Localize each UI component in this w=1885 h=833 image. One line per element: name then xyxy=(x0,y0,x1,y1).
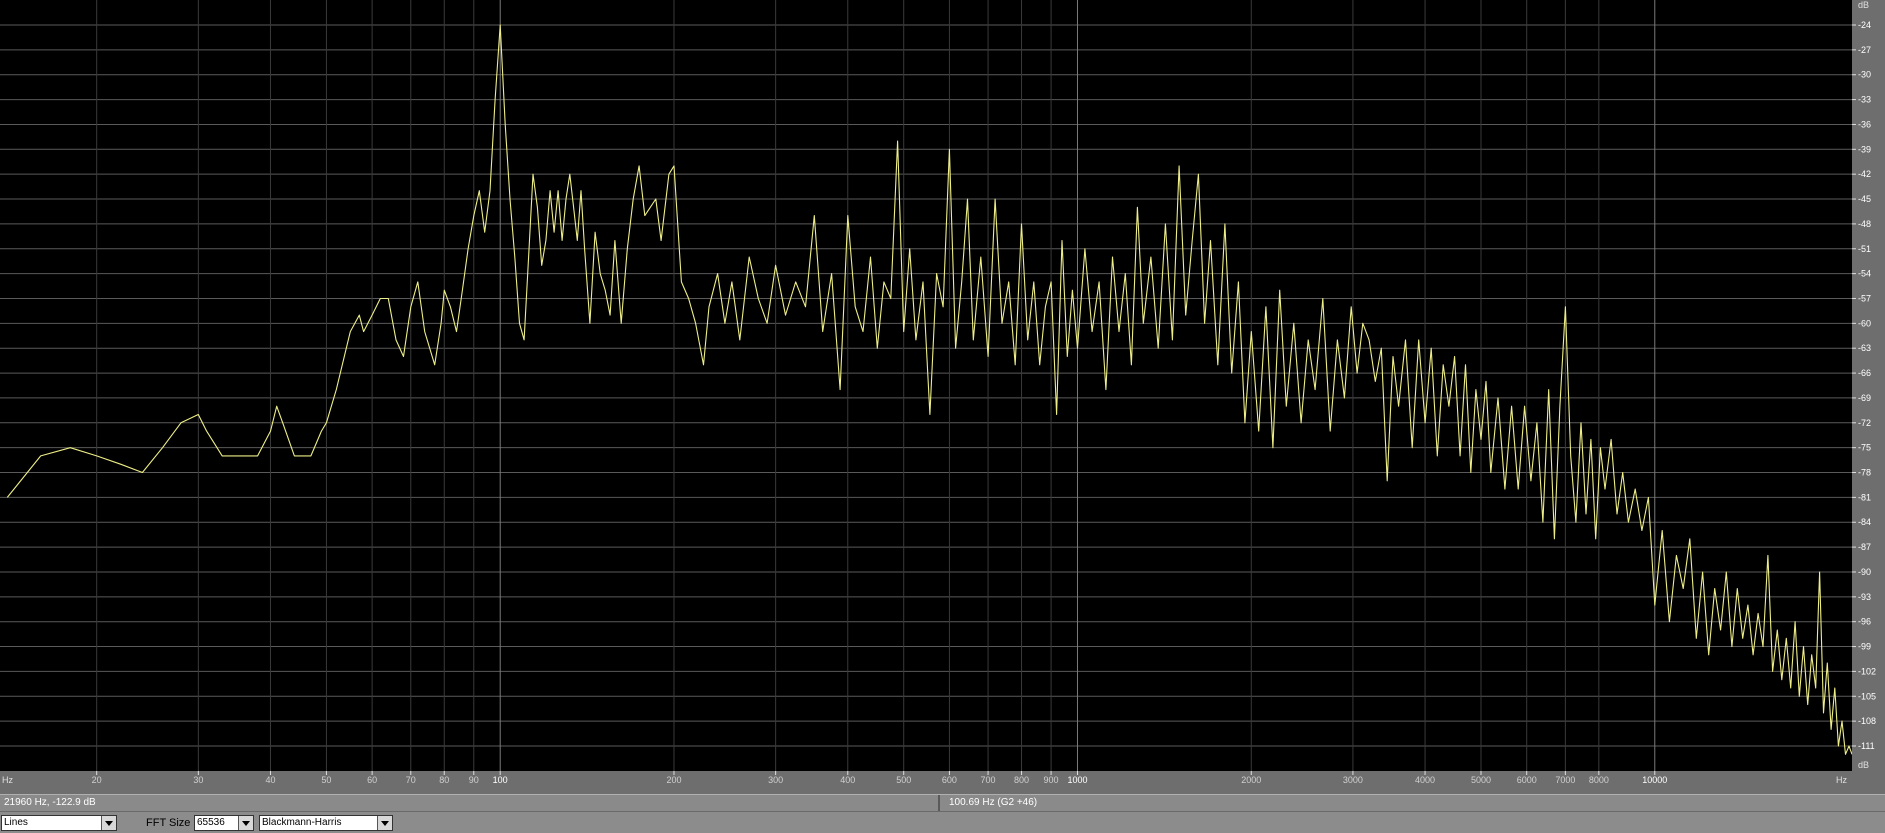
y-tick-label: -24 xyxy=(1858,20,1871,30)
y-tick-label: -72 xyxy=(1858,418,1871,428)
y-tick-label: -96 xyxy=(1858,617,1871,627)
x-tick-label: 100 xyxy=(493,775,508,785)
y-unit-label-top: dB xyxy=(1858,0,1869,10)
status-bar: 21960 Hz, -122.9 dB 100.69 Hz (G2 +46) xyxy=(0,794,1885,811)
y-tick-label: -66 xyxy=(1858,368,1871,378)
y-tick-label: -57 xyxy=(1858,293,1871,303)
y-tick-label: -69 xyxy=(1858,393,1871,403)
y-tick-label: -87 xyxy=(1858,542,1871,552)
y-tick-label: -105 xyxy=(1858,691,1876,701)
chevron-down-icon[interactable] xyxy=(377,816,392,830)
plot-background xyxy=(0,0,1852,771)
x-tick-label: 200 xyxy=(666,775,681,785)
x-tick-label: 7000 xyxy=(1555,775,1575,785)
y-tick-label: -84 xyxy=(1858,517,1871,527)
x-tick-label: 500 xyxy=(896,775,911,785)
cursor-readout: 21960 Hz, -122.9 dB xyxy=(0,795,940,811)
chevron-down-icon[interactable] xyxy=(101,816,116,830)
y-tick-label: -93 xyxy=(1858,592,1871,602)
y-tick-label: -33 xyxy=(1858,95,1871,105)
x-tick-label: 400 xyxy=(840,775,855,785)
display-mode-select[interactable]: Lines xyxy=(1,815,117,831)
peak-readout: 100.69 Hz (G2 +46) xyxy=(949,797,1038,808)
y-tick-label: -81 xyxy=(1858,492,1871,502)
x-tick-label: 8000 xyxy=(1589,775,1609,785)
x-tick-label: 700 xyxy=(981,775,996,785)
x-tick-label: 1000 xyxy=(1067,775,1087,785)
y-tick-label: -108 xyxy=(1858,716,1876,726)
fft-size-select[interactable]: 65536 xyxy=(194,815,254,831)
y-tick-label: -60 xyxy=(1858,318,1871,328)
y-tick-label: -30 xyxy=(1858,70,1871,80)
y-tick-label: -42 xyxy=(1858,169,1871,179)
y-tick-label: -111 xyxy=(1858,741,1875,751)
y-tick-label: -45 xyxy=(1858,194,1871,204)
y-tick-label: -36 xyxy=(1858,119,1871,129)
window-function-value: Blackmann-Harris xyxy=(262,817,342,828)
x-tick-label: 4000 xyxy=(1415,775,1435,785)
x-tick-label: 40 xyxy=(265,775,275,785)
spectrum-plot[interactable]: -24 -27 -30 -33 -36 -39 -42 -45 -48 -51 -54 -57 -60 -… xyxy=(0,0,1885,794)
x-tick-label: 6000 xyxy=(1517,775,1537,785)
x-tick-label: 60 xyxy=(367,775,377,785)
x-tick-label: 10000 xyxy=(1642,775,1667,785)
x-unit-label-left: Hz xyxy=(2,775,13,785)
x-tick-label: 2000 xyxy=(1241,775,1261,785)
x-tick-label: 50 xyxy=(321,775,331,785)
y-tick-label: -54 xyxy=(1858,269,1871,279)
x-tick-label: 5000 xyxy=(1471,775,1491,785)
x-tick-label: 80 xyxy=(439,775,449,785)
y-tick-label: -99 xyxy=(1858,642,1871,652)
y-tick-label: -51 xyxy=(1858,244,1871,254)
x-unit-label-right: Hz xyxy=(1836,775,1847,785)
x-tick-label: 900 xyxy=(1044,775,1059,785)
x-tick-label: 800 xyxy=(1014,775,1029,785)
fft-size-label: FFT Size xyxy=(146,817,191,829)
y-tick-label: -90 xyxy=(1858,567,1871,577)
y-tick-label: -78 xyxy=(1858,468,1871,478)
y-tick-label: -75 xyxy=(1858,443,1871,453)
x-tick-label: 600 xyxy=(942,775,957,785)
y-tick-label: -27 xyxy=(1858,45,1871,55)
window-function-select[interactable]: Blackmann-Harris xyxy=(259,815,393,831)
x-tick-label: 20 xyxy=(92,775,102,785)
x-tick-label: 300 xyxy=(768,775,783,785)
y-tick-label: -48 xyxy=(1858,219,1871,229)
fft-size-value: 65536 xyxy=(197,817,225,828)
x-tick-label: 70 xyxy=(406,775,416,785)
y-unit-label-bottom: dB xyxy=(1858,760,1869,770)
chevron-down-icon[interactable] xyxy=(238,816,253,830)
controls-bar: Lines FFT Size 65536 Blackmann-Harris xyxy=(0,811,1885,833)
y-tick-label: -63 xyxy=(1858,343,1871,353)
display-mode-value: Lines xyxy=(4,817,28,828)
x-tick-label: 90 xyxy=(469,775,479,785)
x-tick-label: 30 xyxy=(193,775,203,785)
y-tick-label: -39 xyxy=(1858,144,1871,154)
x-tick-label: 3000 xyxy=(1343,775,1363,785)
y-tick-label: -102 xyxy=(1858,666,1876,676)
